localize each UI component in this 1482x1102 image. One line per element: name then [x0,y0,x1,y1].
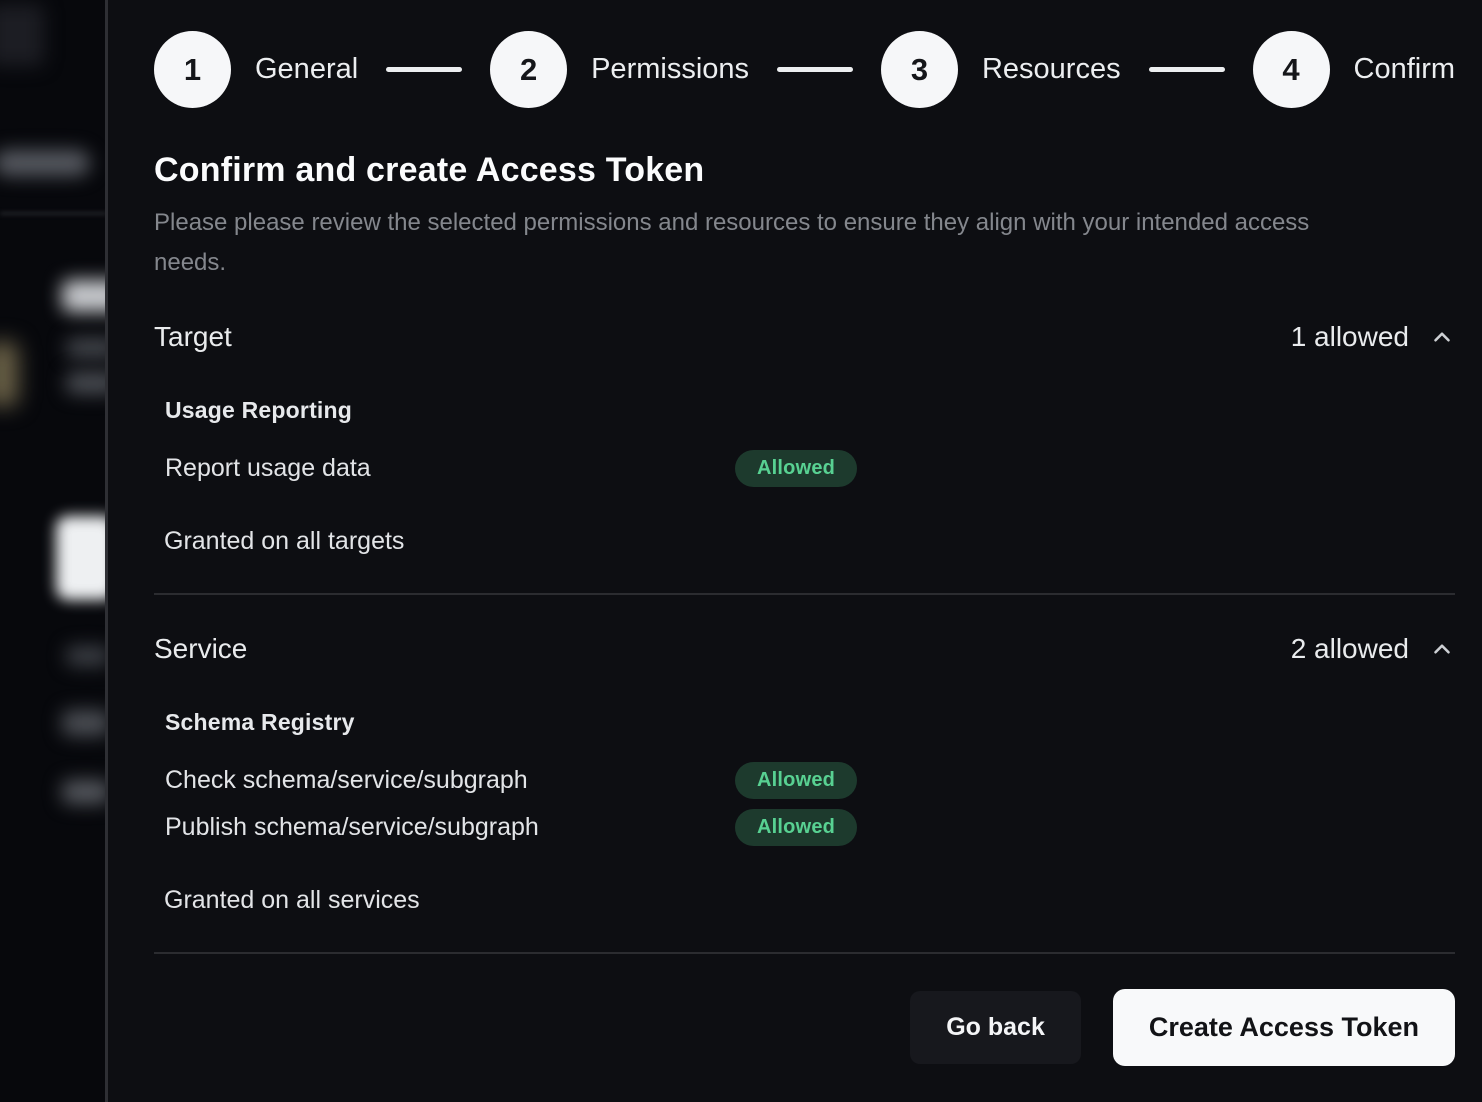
status-badge: Allowed [735,809,857,846]
background-blur-accent [0,342,18,406]
step-resources[interactable]: 3 Resources [881,31,1121,108]
chevron-up-icon [1429,636,1455,662]
section-service-header: Service 2 allowed [154,633,1455,665]
footer-actions: Go back Create Access Token [154,989,1455,1066]
background-blur-list-item [66,646,107,666]
section-title: Target [154,321,232,353]
granted-note: Granted on all targets [164,527,1455,556]
step-label: General [255,53,358,86]
section-service-collapse-toggle[interactable]: 2 allowed [1291,633,1455,665]
permission-group-name: Usage Reporting [165,397,1455,424]
permission-group-name: Schema Registry [165,709,1455,736]
background-page [0,0,107,1102]
screen: 1 General 2 Permissions 3 Resources 4 Co… [0,0,1482,1102]
permission-rows: Report usage data Allowed [154,450,1455,487]
step-resources-circle: 3 [881,31,958,108]
section-divider [154,593,1455,595]
permission-row: Publish schema/service/subgraph Allowed [154,809,1455,846]
page-title: Confirm and create Access Token [154,151,1455,190]
background-blur-list-item [62,710,107,736]
background-blur-divider [0,212,107,215]
step-general[interactable]: 1 General [154,31,358,108]
step-confirm[interactable]: 4 Confirm [1253,31,1456,108]
stepper-connector [386,67,462,72]
step-permissions[interactable]: 2 Permissions [490,31,749,108]
step-number: 1 [184,52,201,88]
stepper: 1 General 2 Permissions 3 Resources 4 Co… [154,31,1455,108]
footer-divider [154,952,1455,954]
stepper-connector [777,67,853,72]
go-back-button[interactable]: Go back [910,991,1081,1064]
create-access-token-modal: 1 General 2 Permissions 3 Resources 4 Co… [105,0,1482,1102]
status-badge: Allowed [735,762,857,799]
section-target-collapse-toggle[interactable]: 1 allowed [1291,321,1455,353]
allowed-count: 2 allowed [1291,633,1409,665]
allowed-count: 1 allowed [1291,321,1409,353]
background-blur-heading [62,280,107,312]
background-blur-card [56,516,107,600]
step-label: Resources [982,53,1121,86]
step-number: 2 [520,52,537,88]
permission-label: Report usage data [165,454,735,483]
section-target: Target 1 allowed Usage Reporting Report … [154,321,1455,556]
background-blur-text-line [66,372,107,394]
granted-note: Granted on all services [164,886,1455,915]
section-service: Service 2 allowed Schema Registry Check … [154,633,1455,915]
status-badge: Allowed [735,450,857,487]
background-blur-list-item [62,780,107,804]
background-blur-icon [0,4,44,66]
background-blur-nav-text [0,150,90,176]
permission-label: Check schema/service/subgraph [165,766,735,795]
step-confirm-circle: 4 [1253,31,1330,108]
chevron-up-icon [1429,324,1455,350]
create-access-token-button[interactable]: Create Access Token [1113,989,1455,1066]
background-blur-text-line [66,338,107,358]
permission-label: Publish schema/service/subgraph [165,813,735,842]
page-description: Please please review the selected permis… [154,203,1384,283]
step-number: 3 [911,52,928,88]
permission-row: Check schema/service/subgraph Allowed [154,762,1455,799]
section-title: Service [154,633,247,665]
step-label: Confirm [1354,53,1456,86]
step-permissions-circle: 2 [490,31,567,108]
permission-rows: Check schema/service/subgraph Allowed Pu… [154,762,1455,846]
step-label: Permissions [591,53,749,86]
step-general-circle: 1 [154,31,231,108]
step-number: 4 [1282,52,1299,88]
stepper-connector [1149,67,1225,72]
permission-row: Report usage data Allowed [154,450,1455,487]
section-target-header: Target 1 allowed [154,321,1455,353]
